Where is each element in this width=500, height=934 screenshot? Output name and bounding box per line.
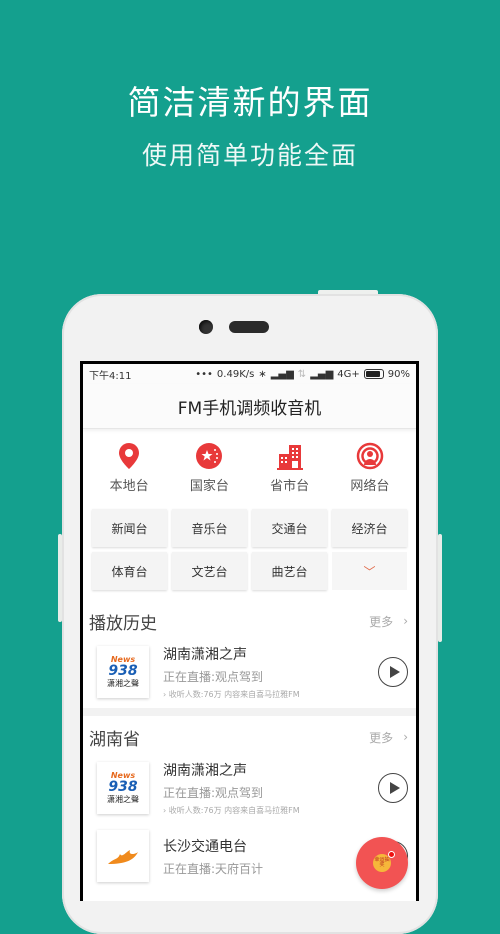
lottery-fab[interactable]: 幸运抽奖 [356,837,408,889]
station-logo: News 938 潇湘之聲 [97,762,149,814]
network-speed: 0.49K/s [216,368,255,380]
category-local[interactable]: 本地台 [94,441,164,494]
now-playing: 正在直播:观点驾到 [163,786,264,800]
section-title: 播放历史 [89,613,157,634]
play-button[interactable] [378,773,408,803]
station-item[interactable]: News 938 潇湘之聲 湖南潇湘之声 正在直播:观点驾到 › 收听人数:76… [83,754,416,824]
china-flag-icon [196,443,223,469]
section-divider [83,708,416,716]
flame-logo-icon [108,850,138,864]
more-label: 更多 [369,614,394,629]
phone-screen: 下午4:11 ••• 0.49K/s ∗ ▂▄▆ ⇅ ▂▄▆ 4G+ 90% F… [80,361,419,901]
genre-news[interactable]: 新闻台 [92,509,167,547]
category-national[interactable]: 国家台 [174,441,244,494]
play-button[interactable] [378,657,408,687]
section-title: 湖南省 [89,729,140,750]
genre-music[interactable]: 音乐台 [172,509,247,547]
app-title: FM手机调频收音机 [83,384,416,429]
history-section-header: 播放历史 更多 › [83,604,416,638]
chevron-right-icon: › [403,614,408,628]
station-item[interactable]: News 938 潇湘之聲 湖南潇湘之声 正在直播:观点驾到 › 收听人数:76… [83,638,416,708]
province-section-header: 湖南省 更多 › [83,720,416,754]
category-province[interactable]: 省市台 [255,441,325,494]
station-name: 长沙交通电台 [163,838,247,855]
status-bar: 下午4:11 ••• 0.49K/s ∗ ▂▄▆ ⇅ ▂▄▆ 4G+ 90% [83,364,416,384]
network-type: 4G+ [337,368,360,380]
station-logo [97,830,149,882]
category-label: 国家台 [189,479,229,494]
now-playing: 正在直播:天府百计 [163,861,264,876]
genre-grid: 新闻台 音乐台 交通台 经济台 体育台 文艺台 曲艺台 ﹀ [83,500,416,590]
genre-sports[interactable]: 体育台 [92,552,167,590]
earpiece-speaker [229,321,269,333]
expand-genres-button[interactable]: ﹀ [332,552,407,590]
phone-side-button [438,534,442,642]
logo-number: 938 [108,779,138,795]
promo-subheadline: 使用简单功能全面 [141,141,358,170]
signal-icon-2: ▂▄▆ [310,368,334,380]
category-label: 本地台 [109,479,149,494]
category-label: 省市台 [270,479,310,494]
promo-headline: 简洁清新的界面 [127,83,373,122]
more-link[interactable]: 更多 › [369,613,408,630]
more-link[interactable]: 更多 › [369,729,408,746]
more-dots-icon: ••• [195,368,213,380]
logo-calligraphy: 潇湘之聲 [107,679,139,688]
station-logo: News 938 潇湘之聲 [97,646,149,698]
station-meta: 收听人数:76万 内容来自喜马拉雅FM [168,806,300,815]
now-playing: 正在直播:观点驾到 [163,670,264,684]
bluetooth-icon: ∗ [258,368,267,380]
category-label: 网络台 [350,479,390,494]
genre-traffic[interactable]: 交通台 [252,509,327,547]
status-time: 下午4:11 [89,370,132,382]
signal-icon: ▂▄▆ [270,368,294,380]
battery-icon [363,369,384,379]
chevron-right-icon: › [403,730,408,744]
station-name: 湖南潇湘之声 [163,647,247,663]
data-arrows-icon: ⇅ [297,368,307,380]
broadcast-icon [356,442,384,470]
logo-calligraphy: 潇湘之聲 [107,795,139,804]
genre-arts[interactable]: 文艺台 [172,552,247,590]
station-meta: 收听人数:76万 内容来自喜马拉雅FM [168,690,300,699]
location-pin-icon [119,443,140,469]
buildings-icon [276,445,303,470]
category-network[interactable]: 网络台 [335,441,405,494]
chevron-down-icon: ﹀ [363,564,376,579]
more-label: 更多 [369,730,394,745]
battery-level: 90% [387,368,410,380]
notification-dot [388,851,395,858]
logo-number: 938 [108,663,138,679]
category-row: 本地台 国家台 省市台 网络台 [83,429,416,500]
genre-economy[interactable]: 经济台 [332,509,407,547]
genre-opera[interactable]: 曲艺台 [252,552,327,590]
station-name: 湖南潇湘之声 [163,763,247,779]
front-camera [199,320,213,334]
